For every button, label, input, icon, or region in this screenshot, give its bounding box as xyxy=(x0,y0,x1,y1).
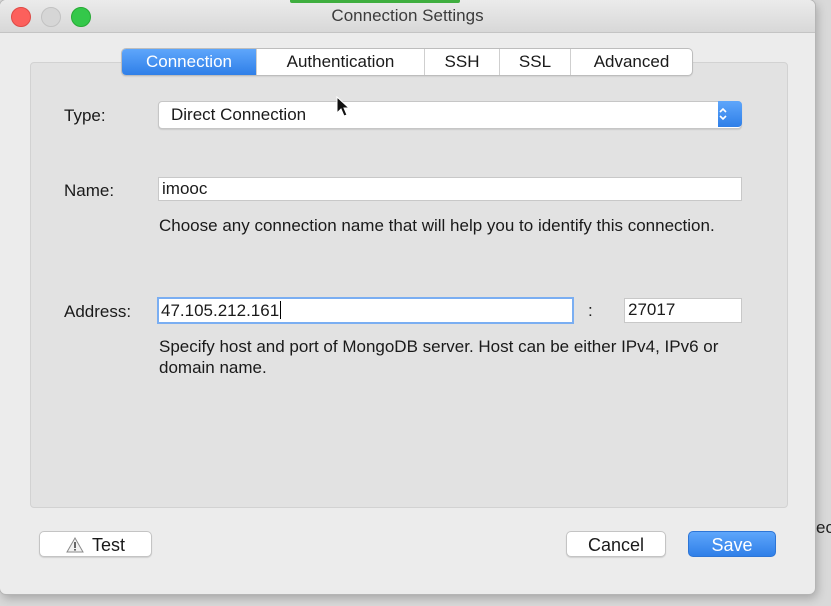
text-caret xyxy=(280,301,282,319)
name-input[interactable]: imooc xyxy=(158,177,742,201)
type-label: Type: xyxy=(64,106,106,125)
title-bar: Connection Settings xyxy=(0,0,815,33)
chevron-updown-icon xyxy=(718,101,742,127)
tab-bar: Connection Authentication SSH SSL Advanc… xyxy=(121,48,693,76)
tab-authentication[interactable]: Authentication xyxy=(257,49,425,75)
title-bar-accent xyxy=(290,0,460,3)
warning-icon xyxy=(66,536,84,553)
connection-settings-window: Connection Settings Connection Authentic… xyxy=(0,0,815,594)
tab-ssh[interactable]: SSH xyxy=(425,49,500,75)
type-select[interactable]: Direct Connection xyxy=(158,101,742,129)
tab-connection[interactable]: Connection xyxy=(122,49,257,75)
address-help-text: Specify host and port of MongoDB server.… xyxy=(159,337,719,377)
port-input-value: 27017 xyxy=(628,300,676,319)
test-button[interactable]: Test xyxy=(39,531,152,557)
port-input[interactable]: 27017 xyxy=(624,298,742,323)
name-label: Name: xyxy=(64,181,115,200)
save-button[interactable]: Save xyxy=(688,531,776,557)
name-input-value: imooc xyxy=(162,179,208,198)
test-button-label: Test xyxy=(91,535,125,555)
host-input-value: 47.105.212.161 xyxy=(161,301,280,320)
host-input[interactable]: 47.105.212.161 xyxy=(157,297,574,324)
host-port-separator: : xyxy=(588,301,593,320)
tab-advanced[interactable]: Advanced xyxy=(571,49,692,75)
tab-ssl[interactable]: SSL xyxy=(500,49,571,75)
name-help-text: Choose any connection name that will hel… xyxy=(159,216,715,235)
address-label: Address: xyxy=(64,302,132,321)
mouse-pointer-icon xyxy=(336,95,351,123)
window-title: Connection Settings xyxy=(331,6,484,25)
background-window-text: ec xyxy=(816,518,831,537)
cancel-button[interactable]: Cancel xyxy=(566,531,666,557)
type-select-value: Direct Connection xyxy=(171,105,307,124)
